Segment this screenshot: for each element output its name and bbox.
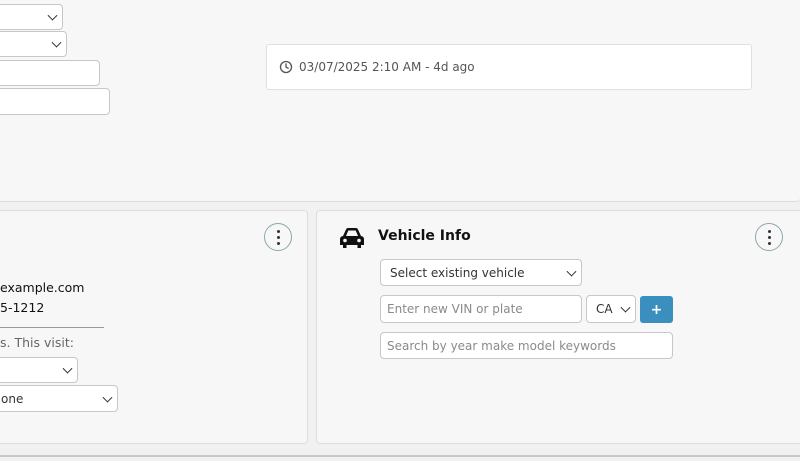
dot-icon [767,241,771,245]
timestamp-box: 03/07/2025 2:10 AM - 4d ago [266,44,752,90]
dot-icon [767,235,771,239]
visit-label: s. This visit: [0,335,74,350]
visit-select-1[interactable] [0,357,78,383]
state-select[interactable]: CA [586,295,636,323]
top-input-1[interactable] [0,60,100,86]
customer-phone[interactable]: 5-1212 [0,300,44,315]
dot-icon [276,241,280,245]
vin-plate-placeholder: Enter new VIN or plate [387,302,523,316]
plus-icon: + [650,301,663,318]
customer-card-menu-button[interactable] [264,223,292,251]
existing-vehicle-select-value: Select existing vehicle [390,265,525,280]
vehicle-search-input[interactable]: Search by year make model keywords [380,332,673,359]
divider [0,327,104,328]
top-select-2[interactable] [0,31,67,57]
customer-email[interactable]: example.com [0,280,84,295]
car-icon [340,228,364,248]
dot-icon [276,235,280,239]
visit-select-2[interactable]: one [0,385,118,412]
chevron-down-icon [102,392,113,403]
vehicle-card [316,210,800,444]
state-select-value: CA [596,302,613,316]
top-panel [0,0,800,202]
chevron-down-icon [620,302,631,313]
dot-icon [276,229,280,233]
vehicle-card-title: Vehicle Info [378,228,471,244]
visit-select-2-value: one [1,391,24,406]
top-input-2[interactable] [0,88,110,115]
timestamp-text: 03/07/2025 2:10 AM - 4d ago [299,60,475,74]
chevron-down-icon [62,363,73,374]
vehicle-search-placeholder: Search by year make model keywords [387,338,616,353]
add-vehicle-button[interactable]: + [640,296,673,323]
existing-vehicle-select[interactable]: Select existing vehicle [380,259,582,286]
chevron-down-icon [47,10,58,21]
clock-icon [279,60,293,74]
vehicle-card-menu-button[interactable] [755,223,783,251]
bottom-divider [0,455,800,457]
dot-icon [767,229,771,233]
chevron-down-icon [51,37,62,48]
vin-plate-input[interactable]: Enter new VIN or plate [380,295,582,323]
top-select-1[interactable] [0,4,63,30]
chevron-down-icon [566,266,577,277]
